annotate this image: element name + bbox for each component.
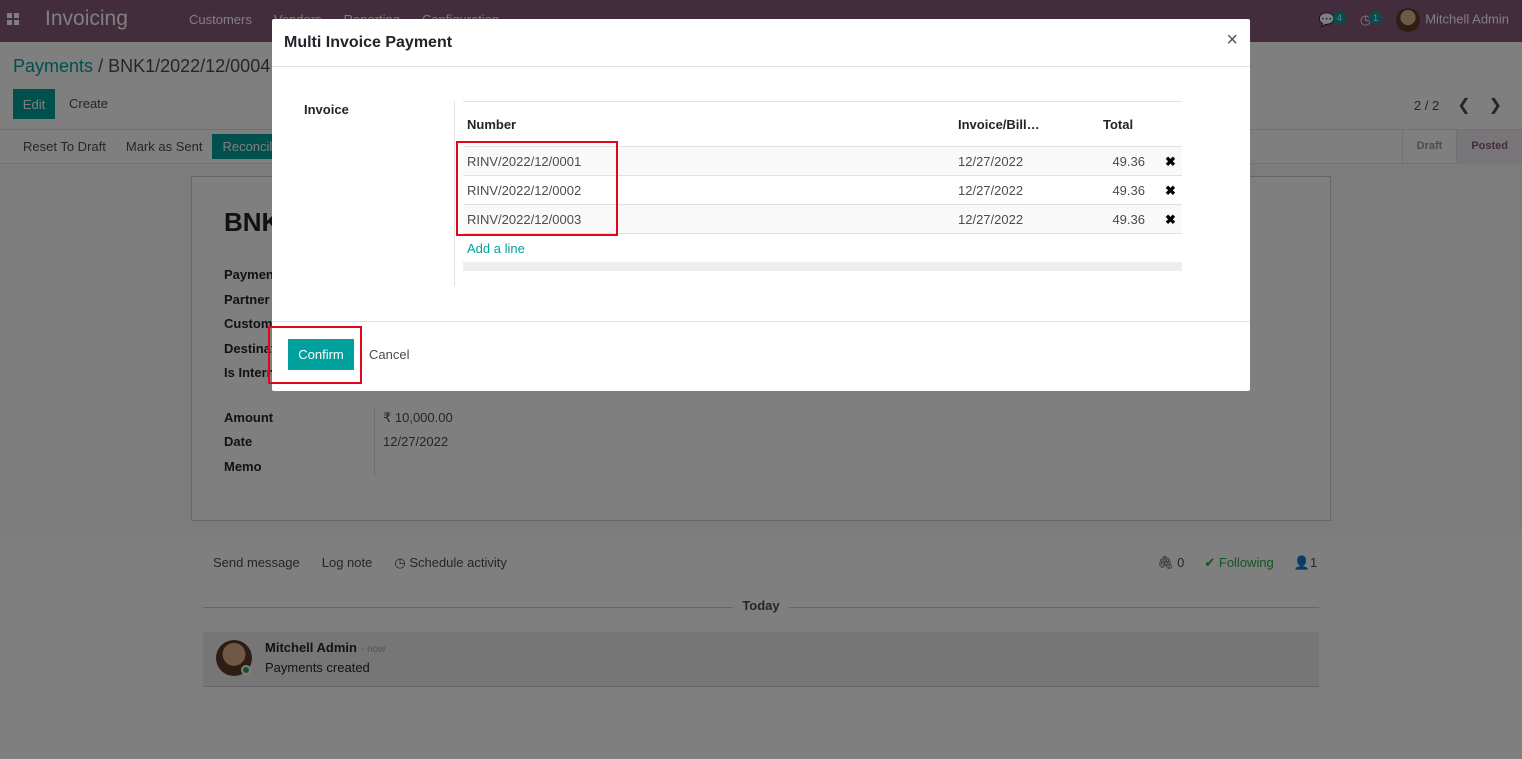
invoice-numbers-highlight (456, 141, 618, 236)
multi-invoice-payment-dialog: Multi Invoice Payment × Invoice Number I… (272, 19, 1250, 391)
delete-x-icon[interactable]: ✖ (1165, 212, 1176, 228)
table-footer (463, 262, 1182, 271)
field-divider (454, 101, 455, 286)
invoice-date: 12/27/2022 (958, 183, 1024, 198)
invoice-total: 49.36 (1112, 154, 1145, 169)
modal-title: Multi Invoice Payment (284, 34, 453, 51)
invoice-date: 12/27/2022 (958, 212, 1024, 227)
add-line-row: Add a line (463, 234, 1182, 262)
cancel-button[interactable]: Cancel (369, 347, 409, 362)
modal-footer: Confirm Cancel (272, 321, 1250, 391)
modal-header: Multi Invoice Payment × (272, 19, 1250, 67)
confirm-button-highlight (268, 326, 362, 384)
invoice-total: 49.36 (1112, 183, 1145, 198)
invoice-date: 12/27/2022 (958, 154, 1024, 169)
invoice-field-label: Invoice (304, 102, 349, 117)
column-invoice-bill-date[interactable]: Invoice/Bill… (958, 117, 1040, 132)
column-total[interactable]: Total (1103, 117, 1133, 132)
delete-x-icon[interactable]: ✖ (1165, 154, 1176, 170)
invoice-total: 49.36 (1112, 212, 1145, 227)
close-icon[interactable]: × (1226, 30, 1238, 50)
delete-x-icon[interactable]: ✖ (1165, 183, 1176, 199)
add-line-link[interactable]: Add a line (467, 241, 525, 256)
column-number[interactable]: Number (467, 117, 516, 132)
